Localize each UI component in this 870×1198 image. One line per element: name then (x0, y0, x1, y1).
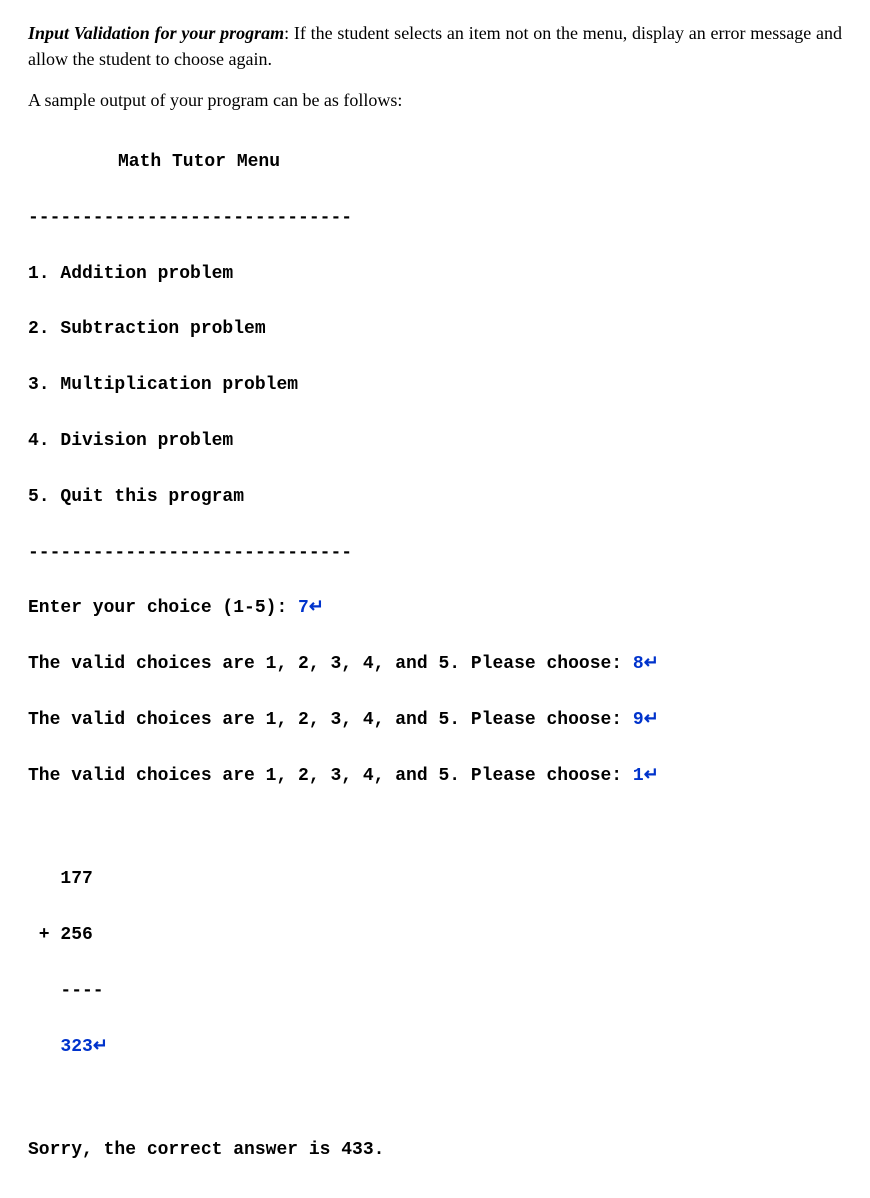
math-rule: ---- (28, 978, 842, 1006)
sample-output-label: A sample output of your program can be a… (28, 90, 842, 111)
user-input: 8 (633, 654, 644, 674)
user-input: 9 (633, 710, 644, 730)
menu-item: 1. Addition problem (28, 261, 842, 289)
menu-title: Math Tutor Menu (28, 149, 842, 177)
math-operand-1: 177 (28, 866, 842, 894)
retry-label: The valid choices are 1, 2, 3, 4, and 5.… (28, 710, 633, 730)
enter-icon: ↵ (644, 654, 659, 674)
retry-line: The valid choices are 1, 2, 3, 4, and 5.… (28, 651, 842, 679)
menu-item: 3. Multiplication problem (28, 372, 842, 400)
prompt-line: Enter your choice (1-5): 7↵ (28, 595, 842, 623)
math-problem: 177 + 256 ---- 323↵ (28, 838, 842, 1089)
retry-label: The valid choices are 1, 2, 3, 4, and 5.… (28, 766, 633, 786)
math-answer-line: 323↵ (28, 1034, 842, 1062)
enter-icon: ↵ (93, 1037, 108, 1057)
enter-icon: ↵ (644, 766, 659, 786)
console-output: Math Tutor Menu ------------------------… (28, 121, 842, 1193)
menu-item: 2. Subtraction problem (28, 316, 842, 344)
enter-icon: ↵ (644, 710, 659, 730)
retry-label: The valid choices are 1, 2, 3, 4, and 5.… (28, 654, 633, 674)
user-answer: 323 (28, 1037, 93, 1057)
divider-bottom: ------------------------------ (28, 540, 842, 568)
intro-lead: Input Validation for your program (28, 23, 284, 43)
divider-top: ------------------------------ (28, 205, 842, 233)
menu-item: 5. Quit this program (28, 484, 842, 512)
result-line: Sorry, the correct answer is 433. (28, 1137, 842, 1165)
user-input: 1 (633, 766, 644, 786)
retry-line: The valid choices are 1, 2, 3, 4, and 5.… (28, 763, 842, 791)
intro-paragraph: Input Validation for your program: If th… (28, 20, 842, 72)
prompt-label: Enter your choice (1-5): (28, 598, 298, 618)
user-input: 7 (298, 598, 309, 618)
retry-line: The valid choices are 1, 2, 3, 4, and 5.… (28, 707, 842, 735)
math-operand-2: + 256 (28, 922, 842, 950)
enter-icon: ↵ (309, 598, 324, 618)
menu-item: 4. Division problem (28, 428, 842, 456)
